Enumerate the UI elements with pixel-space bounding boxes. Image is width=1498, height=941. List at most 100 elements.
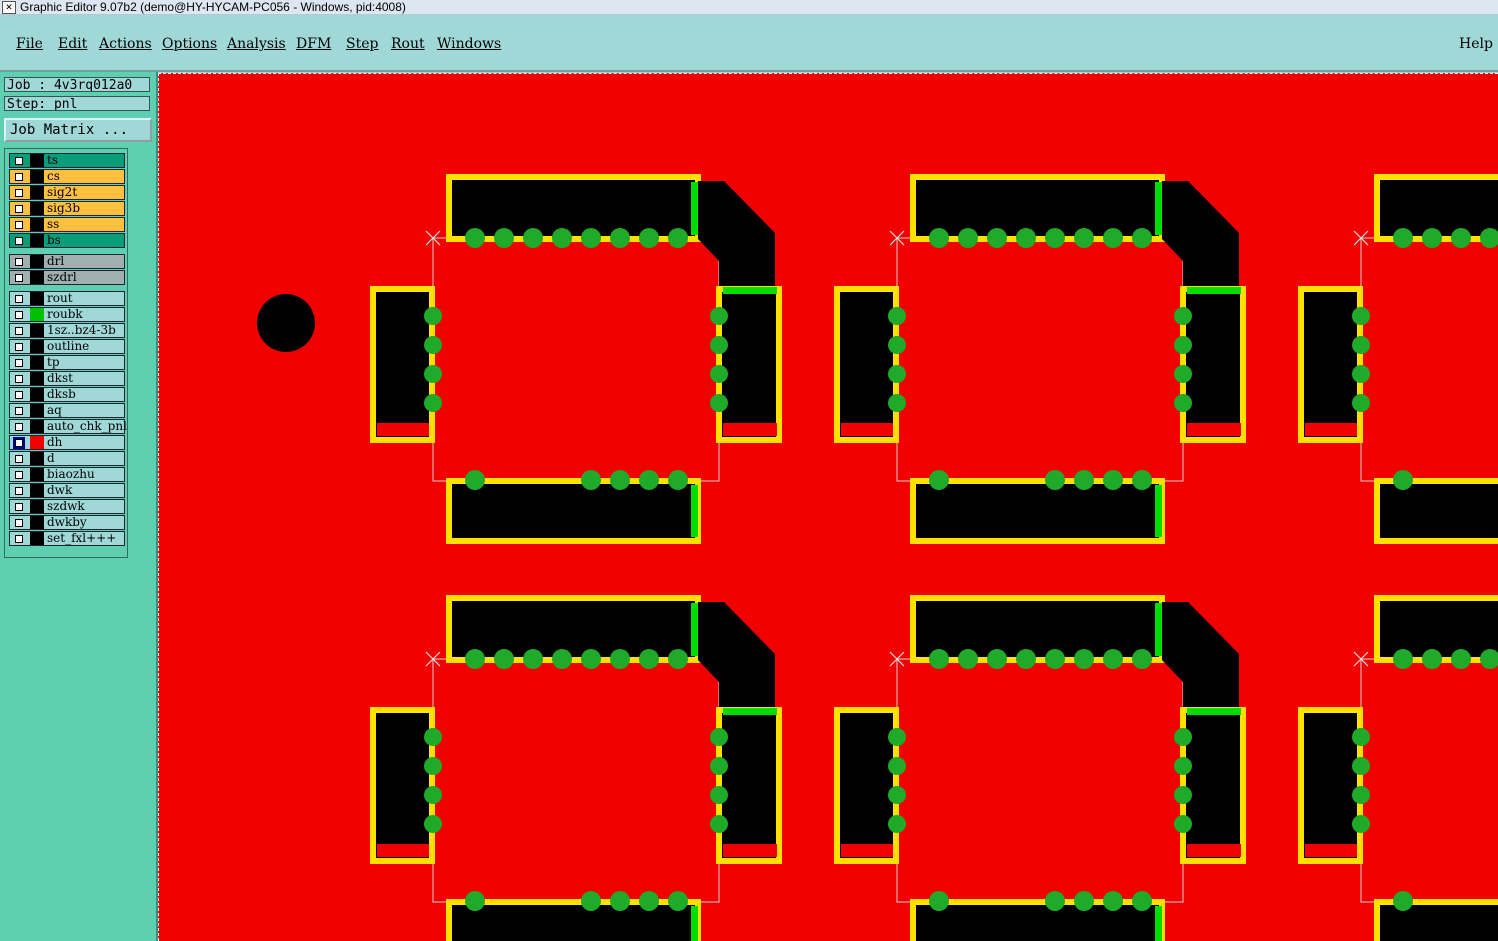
layer-row-set-fxl-[interactable]: set_fxl+++ — [9, 531, 125, 546]
layer-row-dksb[interactable]: dksb — [9, 387, 125, 402]
layer-color-swatch[interactable] — [30, 436, 44, 449]
via — [1074, 649, 1094, 669]
layer-color-swatch[interactable] — [30, 404, 44, 417]
layer-checkbox[interactable] — [15, 487, 23, 495]
layer-checkbox[interactable] — [15, 503, 23, 511]
layer-checkbox[interactable] — [15, 407, 23, 415]
layer-color-swatch[interactable] — [30, 186, 44, 199]
layer-checkbox[interactable] — [15, 327, 23, 335]
layer-checkbox[interactable] — [15, 471, 23, 479]
layer-checkbox[interactable] — [15, 205, 23, 213]
via — [552, 649, 572, 669]
layer-color-swatch[interactable] — [30, 324, 44, 337]
layer-color-swatch[interactable] — [30, 388, 44, 401]
layer-row-dwkby[interactable]: dwkby — [9, 515, 125, 530]
menu-actions[interactable]: Actions — [99, 36, 152, 52]
via — [581, 649, 601, 669]
layer-color-swatch[interactable] — [30, 170, 44, 183]
layer-checkbox[interactable] — [15, 311, 23, 319]
layer-row-szdrl[interactable]: szdrl — [9, 270, 125, 285]
menu-dfm[interactable]: DFM — [296, 36, 331, 52]
layer-row-cs[interactable]: cs — [9, 169, 125, 184]
layer-color-swatch[interactable] — [30, 452, 44, 465]
layer-row-d[interactable]: d — [9, 451, 125, 466]
layer-row-dh[interactable]: dh — [9, 435, 125, 450]
layer-row-bs[interactable]: bs — [9, 233, 125, 248]
layer-color-swatch[interactable] — [30, 516, 44, 529]
layer-row-sig3b[interactable]: sig3b — [9, 201, 125, 216]
layer-name: rout — [47, 291, 73, 305]
menu-file[interactable]: File — [16, 36, 43, 52]
menu-step[interactable]: Step — [346, 36, 378, 52]
graphic-canvas[interactable] — [158, 73, 1498, 941]
layer-checkbox[interactable] — [15, 455, 23, 463]
via — [1393, 891, 1413, 911]
menu-help[interactable]: Help — [1459, 36, 1493, 52]
layer-checkbox[interactable] — [15, 343, 23, 351]
layer-row-outline[interactable]: outline — [9, 339, 125, 354]
via — [424, 786, 442, 804]
layer-checkbox[interactable] — [15, 274, 23, 282]
layer-color-swatch[interactable] — [30, 154, 44, 167]
layer-checkbox[interactable] — [15, 519, 23, 527]
layer-color-swatch[interactable] — [30, 372, 44, 385]
menu-rout[interactable]: Rout — [391, 36, 425, 52]
layer-checkbox[interactable] — [15, 535, 23, 543]
layer-checkbox[interactable] — [15, 237, 23, 245]
layer-color-swatch[interactable] — [30, 202, 44, 215]
layer-row-ts[interactable]: ts — [9, 153, 125, 168]
pad-left-gap — [1305, 423, 1357, 436]
layer-color-swatch[interactable] — [30, 255, 44, 268]
layer-row-roubk[interactable]: roubk — [9, 307, 125, 322]
layer-row-sig2t[interactable]: sig2t — [9, 185, 125, 200]
layer-color-swatch[interactable] — [30, 340, 44, 353]
job-matrix-button[interactable]: Job Matrix ... — [4, 118, 152, 142]
via — [710, 815, 728, 833]
menu-windows[interactable]: Windows — [437, 36, 501, 52]
via — [424, 336, 442, 354]
layer-color-swatch[interactable] — [30, 468, 44, 481]
layer-row-dkst[interactable]: dkst — [9, 371, 125, 386]
layer-color-swatch[interactable] — [30, 308, 44, 321]
via — [1132, 649, 1152, 669]
layer-checkbox[interactable] — [15, 173, 23, 181]
layer-checkbox[interactable] — [15, 221, 23, 229]
layer-name: outline — [47, 339, 90, 353]
app-icon[interactable]: ✕ — [2, 1, 16, 14]
layer-color-swatch[interactable] — [30, 271, 44, 284]
layer-row-dwk[interactable]: dwk — [9, 483, 125, 498]
menu-analysis[interactable]: Analysis — [227, 36, 286, 52]
layer-row-drl[interactable]: drl — [9, 254, 125, 269]
layer-color-swatch[interactable] — [30, 356, 44, 369]
layer-checkbox[interactable] — [13, 437, 25, 449]
layer-color-swatch[interactable] — [30, 218, 44, 231]
menu-edit[interactable]: Edit — [58, 36, 87, 52]
pcb-view[interactable] — [159, 74, 1498, 941]
layer-row-biaozhu[interactable]: biaozhu — [9, 467, 125, 482]
layer-color-swatch[interactable] — [30, 420, 44, 433]
layer-checkbox[interactable] — [15, 359, 23, 367]
layer-row-auto-chk-pnl[interactable]: auto_chk_pnl — [9, 419, 127, 434]
layer-color-swatch[interactable] — [30, 532, 44, 545]
layer-color-swatch[interactable] — [30, 484, 44, 497]
layer-row-szdwk[interactable]: szdwk — [9, 499, 125, 514]
layer-checkbox[interactable] — [15, 375, 23, 383]
layer-color-swatch[interactable] — [30, 234, 44, 247]
via — [424, 307, 442, 325]
layer-checkbox[interactable] — [15, 391, 23, 399]
layer-color-swatch[interactable] — [30, 500, 44, 513]
layer-checkbox[interactable] — [15, 189, 23, 197]
layer-row-tp[interactable]: tp — [9, 355, 125, 370]
layer-checkbox[interactable] — [15, 157, 23, 165]
layer-row-rout[interactable]: rout — [9, 291, 125, 306]
pad-top — [910, 595, 1165, 663]
layer-row-aq[interactable]: aq — [9, 403, 125, 418]
layer-checkbox[interactable] — [15, 295, 23, 303]
pad-bottom-edge — [691, 485, 698, 537]
layer-checkbox[interactable] — [15, 258, 23, 266]
layer-checkbox[interactable] — [15, 423, 23, 431]
layer-row-ss[interactable]: ss — [9, 217, 125, 232]
layer-row-1sz-bz4-3b[interactable]: 1sz..bz4-3b — [9, 323, 125, 338]
menu-options[interactable]: Options — [162, 36, 217, 52]
layer-color-swatch[interactable] — [30, 292, 44, 305]
